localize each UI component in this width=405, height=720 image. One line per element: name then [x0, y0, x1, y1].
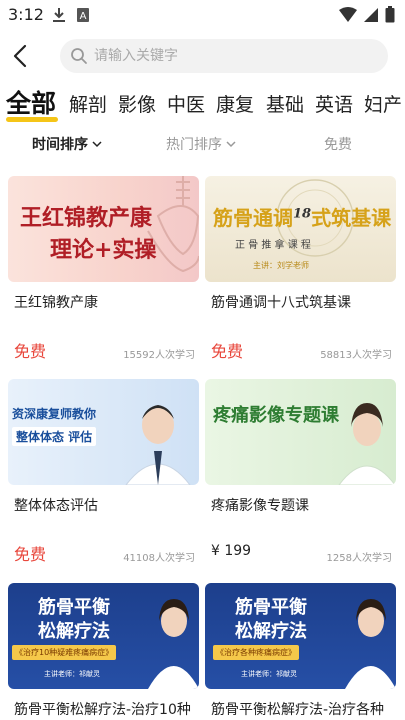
- course-price: 免费: [14, 342, 47, 361]
- thumb-line-2: 理论+实操: [50, 237, 157, 263]
- battery-icon: [385, 6, 395, 23]
- tab-all[interactable]: 全部: [6, 84, 56, 120]
- course-thumbnail: 筋骨通调18式筑基课 正 骨 推 拿 课 程 主讲：刘学老师: [205, 176, 396, 282]
- status-bar: 3:12 A: [0, 0, 405, 30]
- category-tabs: 全部 解剖 影像 中医 康复 基础 英语 妇产: [0, 84, 405, 124]
- sort-time-label: 时间排序: [32, 137, 88, 153]
- tab-rehab[interactable]: 康复: [216, 90, 254, 117]
- course-card[interactable]: 筋骨通调18式筑基课 正 骨 推 拿 课 程 主讲：刘学老师 筋骨通调十八式筑基…: [205, 176, 396, 366]
- course-card[interactable]: 疼痛影像专题课 疼痛影像专题课 ¥ 199 1258人次学习: [205, 379, 396, 569]
- course-price: 免费: [211, 342, 244, 361]
- course-title: 王红锦教产康: [14, 295, 98, 311]
- tab-tcm[interactable]: 中医: [167, 90, 205, 117]
- course-price: ¥ 199: [211, 543, 252, 559]
- course-card[interactable]: 资深康复师教你 整体体态 评估 整体体态评估 免费 41108人次学习: [8, 379, 199, 569]
- search-box[interactable]: [60, 39, 388, 73]
- thumb-line-1a: 筋骨通调: [213, 206, 293, 230]
- tab-basics[interactable]: 基础: [266, 90, 304, 117]
- course-thumbnail: 王红锦教产康 理论+实操: [8, 176, 199, 282]
- course-learners: 58813人次学习: [320, 350, 392, 361]
- tab-obstetrics[interactable]: 妇产: [364, 90, 402, 117]
- status-time: 3:12: [8, 5, 44, 24]
- course-title: 整体体态评估: [14, 498, 98, 514]
- sort-by-hot[interactable]: 热门排序: [166, 134, 236, 154]
- thumb-line-1: 王红锦教产康: [20, 205, 153, 231]
- a-badge-icon: A: [77, 8, 89, 22]
- thumb-line-1: 筋骨通调18式筑基课: [213, 202, 391, 231]
- thumb-number: 18: [293, 206, 312, 222]
- active-tab-indicator: [6, 117, 58, 122]
- cell-signal-icon: [364, 7, 378, 22]
- search-input[interactable]: [94, 39, 374, 73]
- course-card[interactable]: 王红锦教产康 理论+实操 王红锦教产康 免费 15592人次学习: [8, 176, 199, 366]
- course-card[interactable]: 筋骨平衡 松解疗法 《治疗10种疑难疼痛病症》 主讲老师：祁献灵 筋骨平衡松解疗…: [8, 583, 199, 720]
- download-icon: [53, 8, 65, 22]
- instructor-photo: [148, 599, 199, 689]
- sort-hot-label: 热门排序: [166, 137, 222, 153]
- sort-bar: 时间排序 热门排序 免费: [0, 132, 405, 156]
- course-title: 筋骨平衡松解疗法-治疗10种: [14, 702, 191, 718]
- thumb-line-2: 正 骨 推 拿 课 程: [235, 240, 311, 251]
- tab-imaging[interactable]: 影像: [118, 90, 156, 117]
- search-icon: [71, 48, 87, 64]
- instructor-photo: [125, 405, 191, 485]
- instructor-photo: [345, 599, 396, 689]
- sort-by-time[interactable]: 时间排序: [32, 134, 102, 154]
- wifi-icon: [339, 6, 357, 22]
- back-button[interactable]: [8, 42, 34, 70]
- tab-english[interactable]: 英语: [315, 90, 353, 117]
- course-title: 筋骨通调十八式筑基课: [211, 295, 351, 311]
- course-thumbnail: 资深康复师教你 整体体态 评估: [8, 379, 199, 485]
- thumb-line-3: 主讲：刘学老师: [253, 261, 309, 270]
- tab-anatomy[interactable]: 解剖: [69, 90, 107, 117]
- course-card[interactable]: 筋骨平衡 松解疗法 《治疗各种疼痛病症》 主讲老师：祁献灵 筋骨平衡松解疗法-治…: [205, 583, 396, 720]
- course-thumbnail: 筋骨平衡 松解疗法 《治疗10种疑难疼痛病症》 主讲老师：祁献灵: [8, 583, 199, 689]
- thumb-line-1b: 式筑基课: [311, 206, 392, 230]
- chevron-left-icon: [13, 44, 27, 68]
- chevron-down-icon: [226, 141, 236, 148]
- chevron-down-icon: [92, 141, 102, 148]
- course-learners: 15592人次学习: [123, 350, 195, 361]
- filter-free-label: 免费: [324, 137, 352, 153]
- course-thumbnail: 筋骨平衡 松解疗法 《治疗各种疼痛病症》 主讲老师：祁献灵: [205, 583, 396, 689]
- filter-free[interactable]: 免费: [324, 134, 352, 154]
- course-title: 疼痛影像专题课: [211, 498, 309, 514]
- course-learners: 41108人次学习: [123, 553, 195, 564]
- instructor-photo: [338, 403, 396, 485]
- course-price: 免费: [14, 545, 47, 564]
- course-thumbnail: 疼痛影像专题课: [205, 379, 396, 485]
- course-title: 筋骨平衡松解疗法-治疗各种: [211, 702, 385, 718]
- course-learners: 1258人次学习: [326, 553, 392, 564]
- svg-text:A: A: [80, 11, 87, 22]
